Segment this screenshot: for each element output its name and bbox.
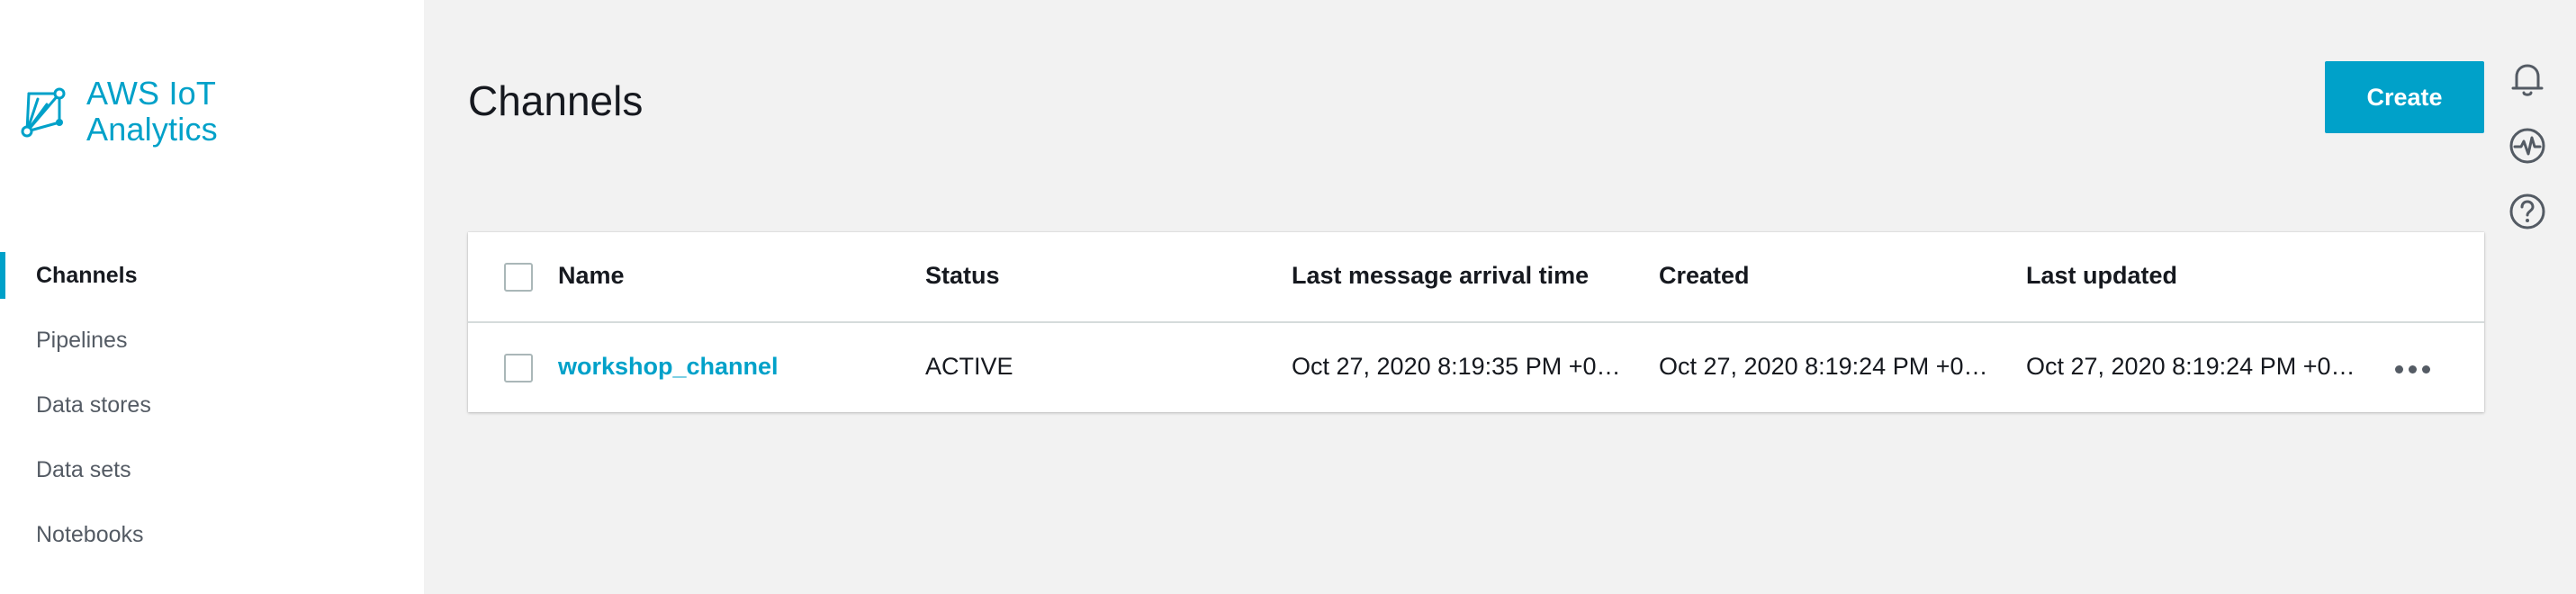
sidebar-item-notebooks[interactable]: Notebooks: [0, 502, 424, 567]
table-header-row: Name Status Last message arrival time Cr…: [468, 232, 2484, 323]
sidebar-item-channels[interactable]: Channels: [0, 243, 424, 308]
channel-name-link[interactable]: workshop_channel: [558, 353, 779, 380]
column-header-last-message-arrival-time[interactable]: Last message arrival time: [1292, 262, 1643, 290]
sidebar-item-label: Notebooks: [36, 521, 144, 547]
more-dot-icon: [2394, 364, 2403, 374]
status-cell: ACTIVE: [925, 353, 1013, 380]
table-row: workshop_channel ACTIVE Oct 27, 2020 8:1…: [468, 323, 2484, 412]
last-message-arrival-time-cell: Oct 27, 2020 8:19:35 PM +0…: [1292, 353, 1621, 380]
sidebar-item-label: Pipelines: [36, 327, 128, 353]
brand-title: AWS IoT Analytics: [86, 76, 218, 148]
sidebar-item-pipelines[interactable]: Pipelines: [0, 308, 424, 373]
create-button[interactable]: Create: [2325, 61, 2484, 133]
column-header-status[interactable]: Status: [925, 262, 1267, 290]
pulse-icon[interactable]: [2508, 126, 2547, 166]
brand[interactable]: AWS IoT Analytics: [20, 76, 218, 149]
sidebar: AWS IoT Analytics Channels Pipelines Dat…: [0, 0, 424, 594]
more-dot-icon: [2421, 364, 2430, 374]
row-select-checkbox[interactable]: [504, 354, 533, 382]
select-all-checkbox[interactable]: [504, 263, 533, 292]
sidebar-item-label: Channels: [36, 262, 138, 288]
sidebar-item-data-sets[interactable]: Data sets: [0, 437, 424, 502]
sidebar-item-data-stores[interactable]: Data stores: [0, 373, 424, 437]
sidebar-item-label: Data sets: [36, 456, 131, 482]
row-actions-more-button[interactable]: [2390, 356, 2435, 382]
column-header-created[interactable]: Created: [1659, 262, 2010, 290]
column-header-last-updated[interactable]: Last updated: [2026, 262, 2377, 290]
more-dot-icon: [2408, 364, 2417, 374]
last-updated-cell: Oct 27, 2020 8:19:24 PM +0…: [2026, 353, 2355, 380]
page-title: Channels: [468, 77, 644, 124]
brand-line-1: AWS IoT: [86, 75, 217, 112]
bell-icon[interactable]: [2508, 59, 2547, 99]
help-icon[interactable]: [2508, 192, 2547, 231]
sidebar-nav: Channels Pipelines Data stores Data sets…: [0, 243, 424, 567]
brand-line-2: Analytics: [86, 111, 218, 148]
channels-table: Name Status Last message arrival time Cr…: [468, 232, 2484, 412]
iot-analytics-logo-icon: [21, 87, 66, 138]
sidebar-item-label: Data stores: [36, 392, 151, 418]
created-cell: Oct 27, 2020 8:19:24 PM +0…: [1659, 353, 1988, 380]
column-header-name[interactable]: Name: [558, 262, 900, 290]
